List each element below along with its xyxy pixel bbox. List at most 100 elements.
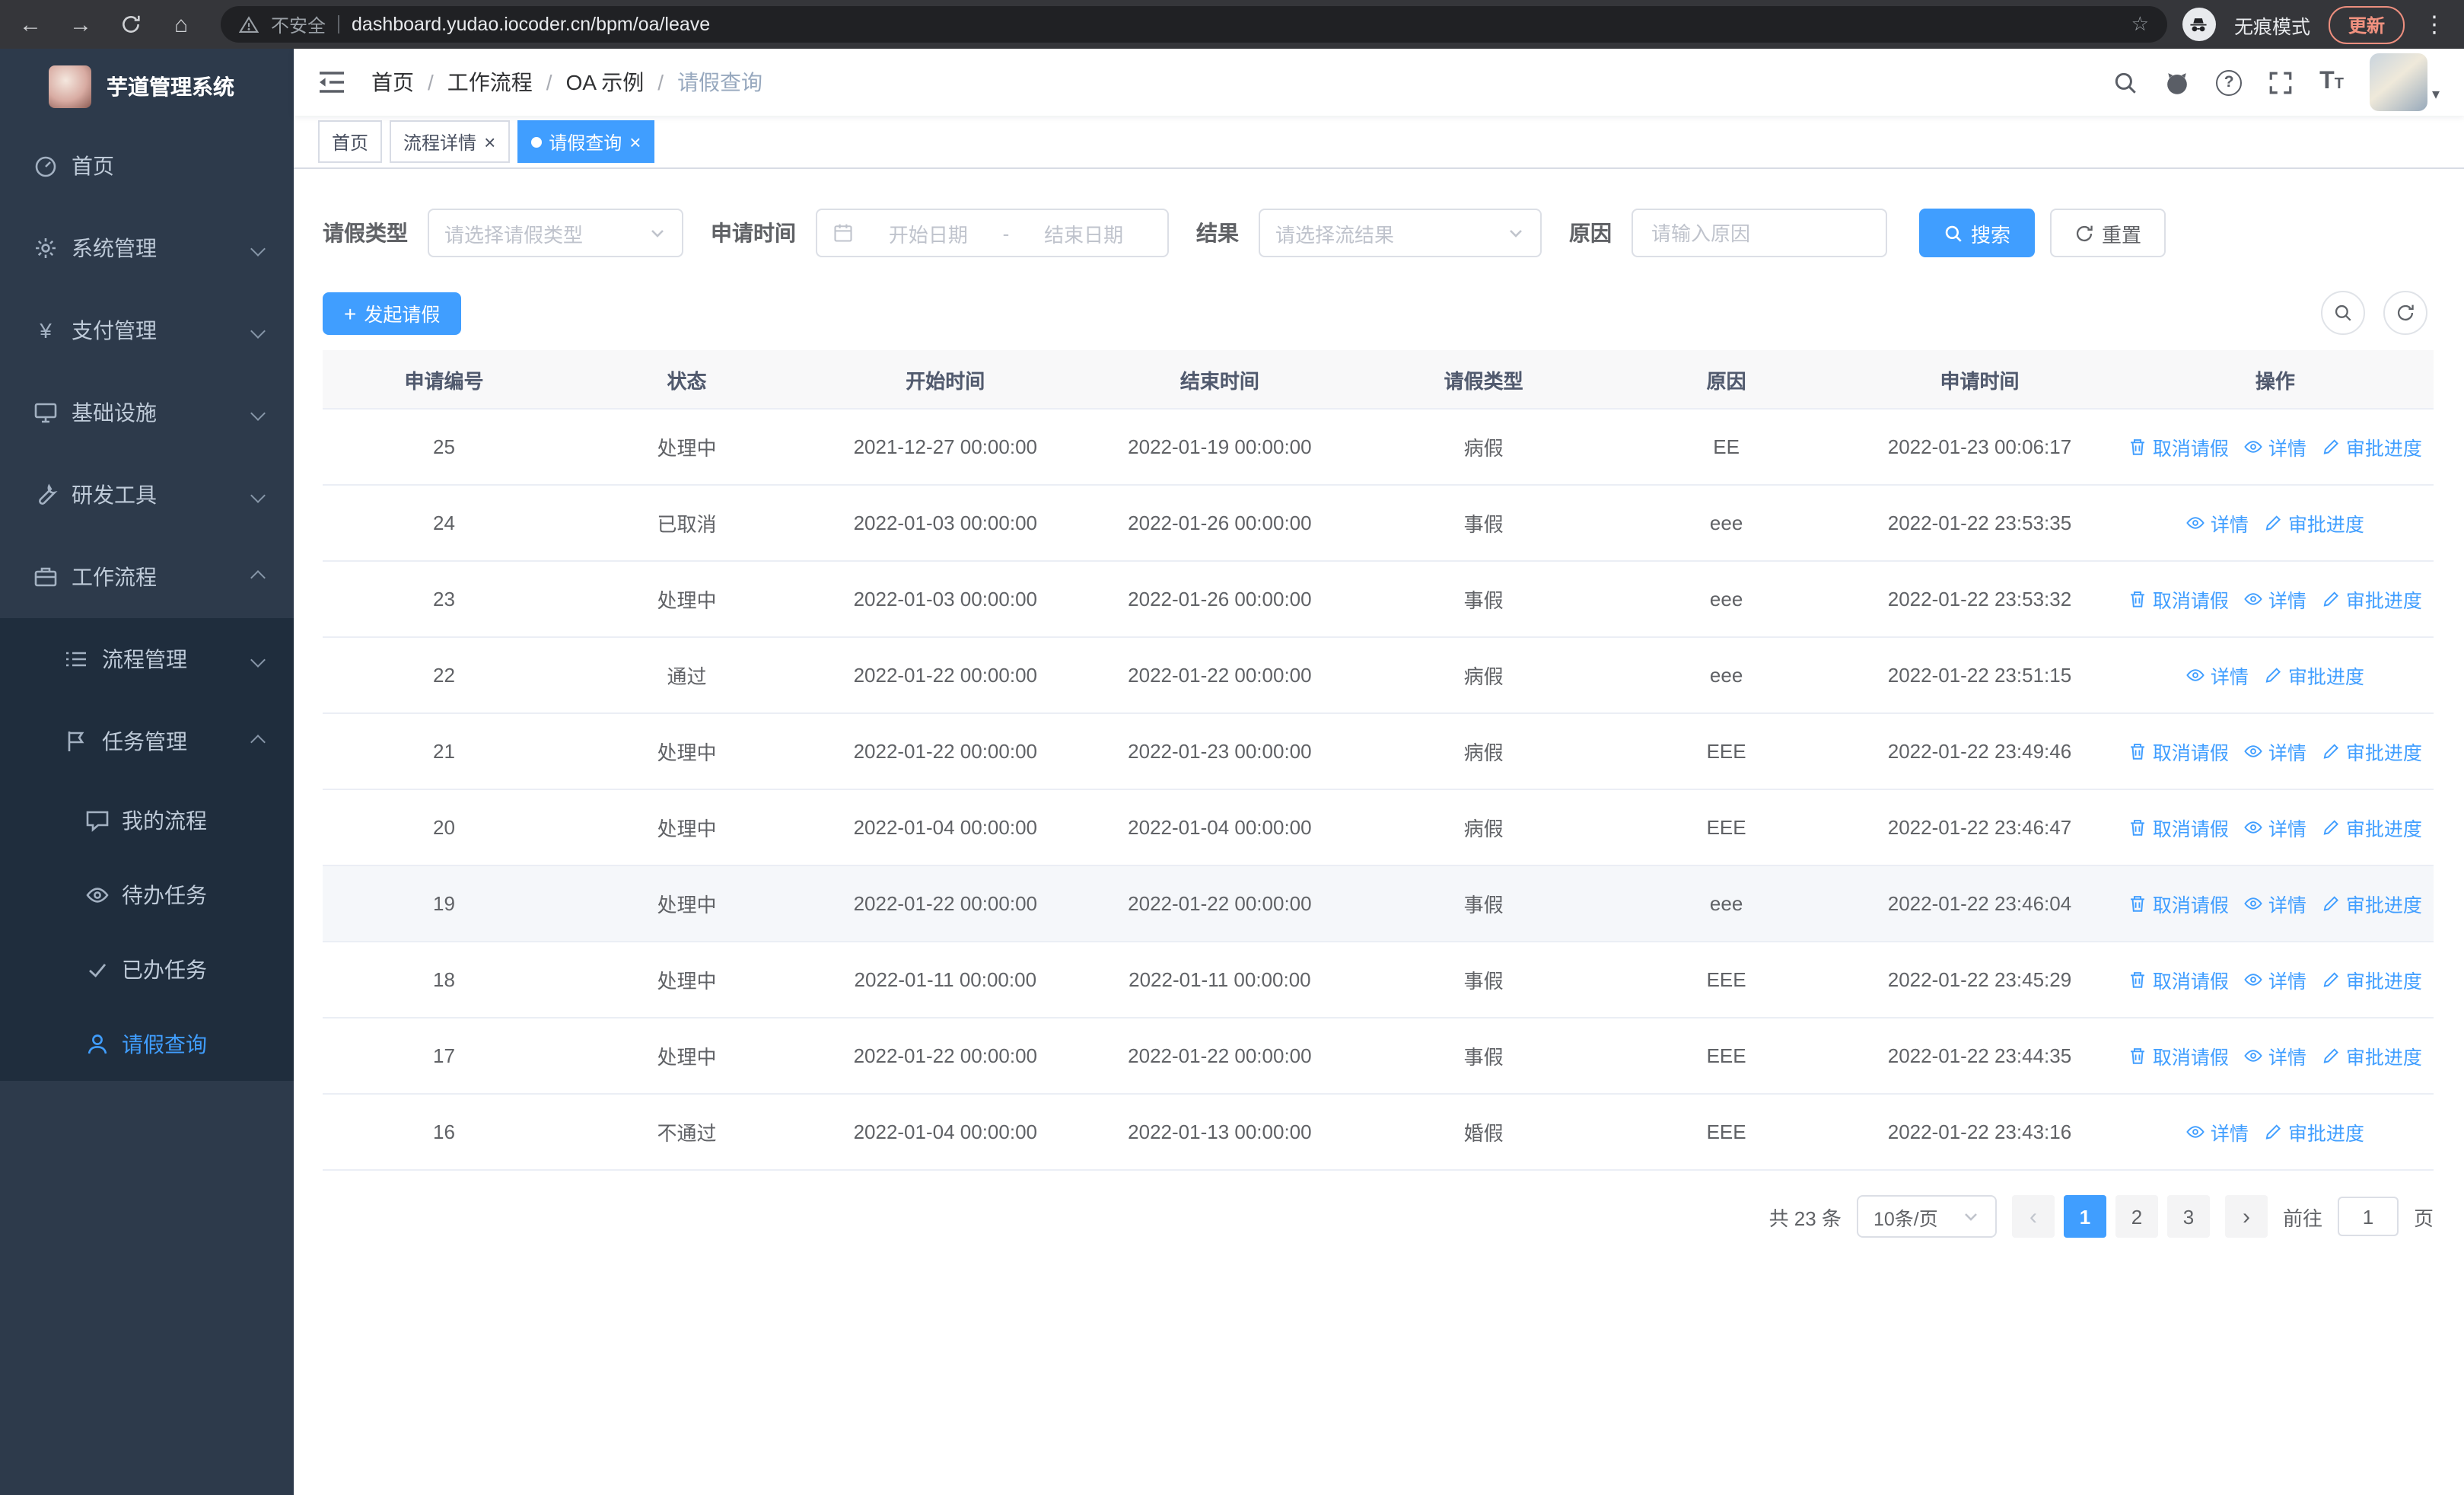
result-select[interactable]: 请选择流结果 bbox=[1259, 209, 1542, 257]
cancel-leave-link[interactable]: 取消请假 bbox=[2128, 1041, 2229, 1070]
sidebar-collapse-icon[interactable] bbox=[318, 70, 345, 94]
cancel-leave-link[interactable]: 取消请假 bbox=[2128, 737, 2229, 766]
bookmark-star-icon[interactable]: ☆ bbox=[2131, 12, 2149, 37]
approval-progress-link[interactable]: 审批进度 bbox=[2322, 432, 2422, 461]
cancel-leave-link[interactable]: 取消请假 bbox=[2128, 432, 2229, 461]
cell-status: 处理中 bbox=[565, 789, 808, 866]
detail-link[interactable]: 详情 bbox=[2186, 661, 2249, 690]
sidebar-item-done-tasks[interactable]: 已办任务 bbox=[0, 932, 294, 1006]
sidebar-item-payment[interactable]: ¥ 支付管理 bbox=[0, 289, 294, 371]
approval-progress-link[interactable]: 审批进度 bbox=[2322, 813, 2422, 842]
breadcrumb-item-home[interactable]: 首页 bbox=[371, 67, 414, 97]
font-size-icon[interactable]: TT bbox=[2319, 69, 2344, 94]
sidebar-item-system[interactable]: 系统管理 bbox=[0, 207, 294, 289]
fullscreen-icon[interactable] bbox=[2268, 69, 2294, 95]
goto-page-input[interactable] bbox=[2337, 1197, 2399, 1236]
leave-type-select[interactable]: 请选择请假类型 bbox=[428, 209, 683, 257]
close-icon[interactable]: × bbox=[629, 132, 641, 151]
create-leave-label: 发起请假 bbox=[364, 304, 441, 326]
sidebar-item-devtools[interactable]: 研发工具 bbox=[0, 454, 294, 536]
detail-link[interactable]: 详情 bbox=[2244, 965, 2306, 994]
prev-page-button[interactable]: ‹ bbox=[2011, 1195, 2055, 1238]
refresh-icon[interactable] bbox=[2383, 291, 2427, 335]
apply-time-range-picker[interactable]: 开始日期 - 结束日期 bbox=[816, 209, 1169, 257]
eye-icon bbox=[2245, 897, 2263, 910]
cell-apply-time: 2022-01-22 23:45:29 bbox=[1842, 942, 2117, 1018]
security-warning-icon[interactable] bbox=[239, 14, 259, 34]
close-icon[interactable]: × bbox=[484, 132, 495, 151]
breadcrumb-separator: / bbox=[546, 70, 552, 94]
page-3-button[interactable]: 3 bbox=[2166, 1195, 2210, 1238]
sidebar-item-infrastructure[interactable]: 基础设施 bbox=[0, 371, 294, 454]
detail-link[interactable]: 详情 bbox=[2244, 1041, 2306, 1070]
app-title: 芋道管理系统 bbox=[107, 75, 234, 99]
cell-apply-id: 19 bbox=[323, 865, 565, 942]
approval-progress-link[interactable]: 审批进度 bbox=[2264, 1117, 2364, 1146]
github-icon[interactable] bbox=[2164, 69, 2190, 95]
address-bar[interactable]: 不安全 dashboard.yudao.iocoder.cn/bpm/oa/le… bbox=[221, 6, 2167, 43]
cancel-leave-link[interactable]: 取消请假 bbox=[2128, 965, 2229, 994]
user-menu[interactable]: ▾ bbox=[2369, 53, 2440, 111]
approval-progress-link[interactable]: 审批进度 bbox=[2322, 965, 2422, 994]
tab-label: 流程详情 bbox=[403, 132, 477, 153]
page-2-button[interactable]: 2 bbox=[2115, 1195, 2158, 1238]
cell-reason: EEE bbox=[1610, 1094, 1843, 1171]
cancel-leave-link[interactable]: 取消请假 bbox=[2128, 585, 2229, 614]
approval-progress-link[interactable]: 审批进度 bbox=[2322, 585, 2422, 614]
tab-process-detail[interactable]: 流程详情 × bbox=[390, 120, 510, 163]
trash-icon bbox=[2131, 744, 2145, 760]
sidebar-item-workflow[interactable]: 工作流程 bbox=[0, 536, 294, 618]
help-icon[interactable]: ? bbox=[2216, 69, 2243, 95]
home-icon[interactable]: ⌂ bbox=[169, 11, 193, 37]
avatar[interactable] bbox=[2369, 53, 2427, 111]
detail-link[interactable]: 详情 bbox=[2244, 813, 2306, 842]
browser-update-button[interactable]: 更新 bbox=[2328, 5, 2405, 43]
detail-link[interactable]: 详情 bbox=[2244, 585, 2306, 614]
sidebar-item-process-management[interactable]: 流程管理 bbox=[0, 618, 294, 700]
detail-link[interactable]: 详情 bbox=[2186, 1117, 2249, 1146]
sidebar-item-todo-tasks[interactable]: 待办任务 bbox=[0, 857, 294, 932]
cancel-leave-link[interactable]: 取消请假 bbox=[2128, 889, 2229, 918]
table-row: 22 通过 2022-01-22 00:00:00 2022-01-22 00:… bbox=[323, 637, 2434, 714]
page-1-button[interactable]: 1 bbox=[2063, 1195, 2106, 1238]
page-size-select[interactable]: 10条/页 bbox=[1856, 1195, 1997, 1238]
check-icon bbox=[85, 957, 110, 981]
approval-progress-link[interactable]: 审批进度 bbox=[2322, 1041, 2422, 1070]
detail-link[interactable]: 详情 bbox=[2244, 737, 2306, 766]
browser-nav-buttons: ← → ⌂ bbox=[18, 11, 193, 37]
detail-link[interactable]: 详情 bbox=[2244, 432, 2306, 461]
toggle-search-icon[interactable] bbox=[2321, 291, 2365, 335]
forward-icon[interactable]: → bbox=[68, 11, 93, 37]
cell-apply-time: 2022-01-22 23:49:46 bbox=[1842, 713, 2117, 790]
detail-link[interactable]: 详情 bbox=[2244, 889, 2306, 918]
create-leave-button[interactable]: + 发起请假 bbox=[323, 292, 462, 334]
cell-leave-type: 事假 bbox=[1357, 942, 1611, 1018]
approval-progress-link[interactable]: 审批进度 bbox=[2322, 737, 2422, 766]
reload-icon[interactable] bbox=[119, 12, 143, 37]
browser-menu-icon[interactable]: ⋮ bbox=[2423, 11, 2446, 38]
approval-progress-link[interactable]: 审批进度 bbox=[2264, 508, 2364, 537]
sidebar-item-task-management[interactable]: 任务管理 bbox=[0, 700, 294, 783]
url-text[interactable]: dashboard.yudao.iocoder.cn/bpm/oa/leave bbox=[352, 14, 2119, 35]
trash-icon bbox=[2131, 439, 2145, 455]
sidebar-item-home[interactable]: 首页 bbox=[0, 125, 294, 207]
reset-button[interactable]: 重置 bbox=[2050, 209, 2166, 257]
detail-link[interactable]: 详情 bbox=[2186, 508, 2249, 537]
table-header-row: 申请编号 状态 开始时间 结束时间 请假类型 原因 申请时间 操作 bbox=[323, 350, 2434, 410]
breadcrumb-item-workflow[interactable]: 工作流程 bbox=[447, 67, 533, 97]
next-page-button[interactable]: › bbox=[2224, 1195, 2268, 1238]
tab-home[interactable]: 首页 bbox=[318, 120, 383, 163]
cell-actions: 取消请假 详情 审批进度 bbox=[2116, 409, 2434, 486]
cell-apply-id: 17 bbox=[323, 1018, 565, 1095]
sidebar-item-my-process[interactable]: 我的流程 bbox=[0, 783, 294, 857]
approval-progress-link[interactable]: 审批进度 bbox=[2322, 889, 2422, 918]
sidebar-item-leave-query[interactable]: 请假查询 bbox=[0, 1006, 294, 1081]
search-icon[interactable] bbox=[2112, 69, 2138, 95]
tab-leave-query[interactable]: 请假查询 × bbox=[517, 120, 655, 163]
search-button[interactable]: 搜索 bbox=[1919, 209, 2036, 257]
back-icon[interactable]: ← bbox=[18, 11, 43, 37]
cancel-leave-link[interactable]: 取消请假 bbox=[2128, 813, 2229, 842]
app-logo[interactable]: 芋道管理系统 bbox=[0, 49, 294, 125]
reason-input[interactable] bbox=[1632, 209, 1887, 257]
approval-progress-link[interactable]: 审批进度 bbox=[2264, 661, 2364, 690]
